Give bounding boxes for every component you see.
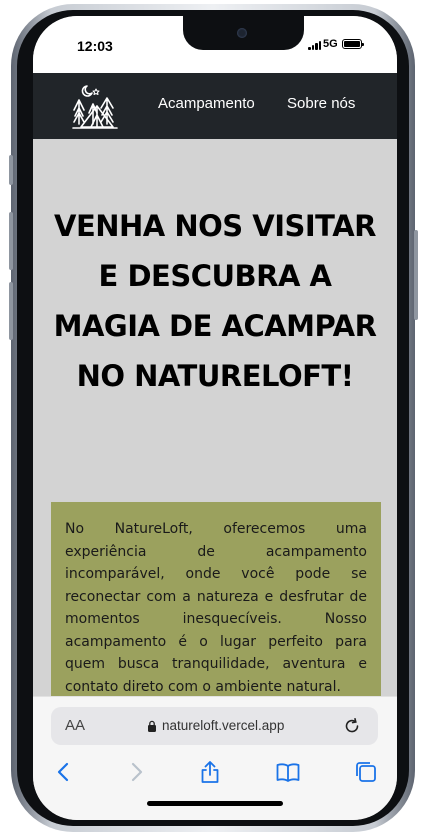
lock-icon: [148, 720, 156, 732]
status-time: 12:03: [77, 38, 113, 54]
text-size-button[interactable]: AA: [65, 717, 85, 734]
back-icon[interactable]: [51, 759, 77, 785]
bookmarks-icon[interactable]: [275, 759, 301, 785]
status-bar: 12:03 5G: [33, 16, 397, 74]
nav-link-acampamento[interactable]: Acampamento: [158, 95, 255, 112]
share-icon[interactable]: [197, 759, 223, 785]
front-camera: [237, 28, 247, 38]
volume-up-button: [9, 212, 13, 270]
address-bar[interactable]: AA natureloft.vercel.app: [51, 707, 378, 745]
tabs-icon[interactable]: [353, 759, 379, 785]
camping-tent-logo-icon[interactable]: [71, 80, 119, 132]
hero-title: VENHA NOS VISITAR E DESCUBRA A MAGIA DE …: [53, 209, 377, 393]
power-button: [414, 230, 418, 320]
network-label: 5G: [323, 38, 338, 50]
notch: [183, 16, 304, 50]
volume-down-button: [9, 282, 13, 340]
home-indicator: [147, 801, 283, 806]
nav-link-sobre-nos[interactable]: Sobre nós: [287, 95, 355, 112]
hero-section: VENHA NOS VISITAR E DESCUBRA A MAGIA DE …: [33, 139, 397, 742]
reload-icon[interactable]: [342, 716, 362, 736]
battery-icon: [342, 39, 364, 49]
safari-toolbar: AA natureloft.vercel.app: [33, 696, 397, 820]
signal-icon: [308, 40, 322, 50]
url-text: natureloft.vercel.app: [162, 718, 285, 733]
site-navbar: Acampamento Sobre nós: [33, 73, 397, 139]
forward-icon[interactable]: [123, 759, 149, 785]
intro-text: No NatureLoft, oferecemos uma experiênci…: [65, 521, 367, 695]
screen: 12:03 5G Acampamento Sobre nós VENHA NOS…: [33, 16, 397, 820]
mute-switch: [9, 155, 13, 185]
